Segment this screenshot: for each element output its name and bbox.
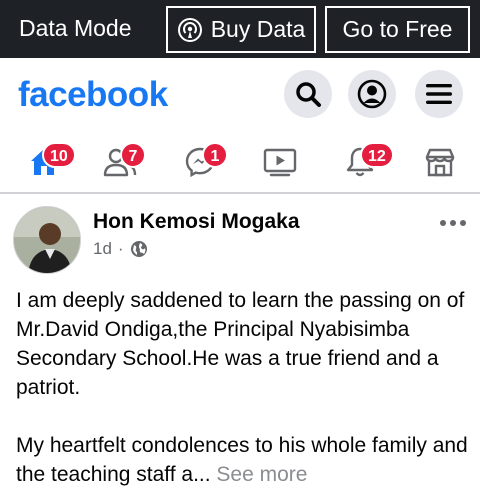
search-button[interactable] <box>284 70 332 118</box>
profile-button[interactable] <box>348 70 396 118</box>
more-dot-icon <box>440 220 446 226</box>
post-header: Hon Kemosi Mogaka 1d · <box>0 196 480 278</box>
post-time[interactable]: 1d <box>93 239 112 259</box>
tab-notifications[interactable]: 12 <box>330 138 394 186</box>
data-mode-bar: Data Mode Buy Data Go to Free <box>0 0 480 58</box>
more-dot-icon <box>460 220 466 226</box>
messenger-badge: 1 <box>202 142 228 168</box>
post-options-button[interactable] <box>437 216 469 230</box>
app-header: facebook <box>0 58 480 130</box>
post-body: I am deeply saddened to learn the passin… <box>16 286 471 489</box>
menu-button[interactable] <box>415 70 463 118</box>
post-paragraph-truncated: My heartfelt condolences to his whole fa… <box>16 431 471 489</box>
tab-messenger[interactable]: 1 <box>170 138 230 186</box>
home-badge: 10 <box>42 142 76 168</box>
go-to-free-label: Go to Free <box>342 16 453 42</box>
broadcast-icon <box>177 17 202 42</box>
facebook-logo[interactable]: facebook <box>18 75 168 115</box>
see-more-link[interactable]: See more <box>216 463 307 486</box>
post-meta: 1d · <box>93 239 148 259</box>
tab-home[interactable]: 10 <box>14 138 76 186</box>
tab-watch[interactable] <box>250 138 310 186</box>
nav-tabs: 10 7 1 12 <box>0 130 480 194</box>
post-author[interactable]: Hon Kemosi Mogaka <box>93 210 300 234</box>
buy-data-label: Buy Data <box>210 16 306 42</box>
marketplace-icon <box>425 148 455 177</box>
tab-marketplace[interactable] <box>410 138 470 186</box>
post-paragraph: I am deeply saddened to learn the passin… <box>16 289 465 399</box>
buy-data-button[interactable]: Buy Data <box>166 6 316 53</box>
friends-badge: 7 <box>120 142 146 168</box>
globe-icon <box>130 241 147 257</box>
notifications-badge: 12 <box>360 142 394 168</box>
go-to-free-button[interactable]: Go to Free <box>325 6 470 53</box>
data-mode-label: Data Mode <box>19 15 132 41</box>
avatar-photo <box>14 207 80 273</box>
more-dot-icon <box>450 220 456 226</box>
profile-icon <box>357 79 387 109</box>
tab-friends[interactable]: 7 <box>90 138 150 186</box>
video-icon <box>263 148 297 177</box>
menu-icon <box>426 84 452 104</box>
meta-separator: · <box>117 239 124 258</box>
avatar[interactable] <box>13 206 81 274</box>
search-icon <box>296 82 321 107</box>
